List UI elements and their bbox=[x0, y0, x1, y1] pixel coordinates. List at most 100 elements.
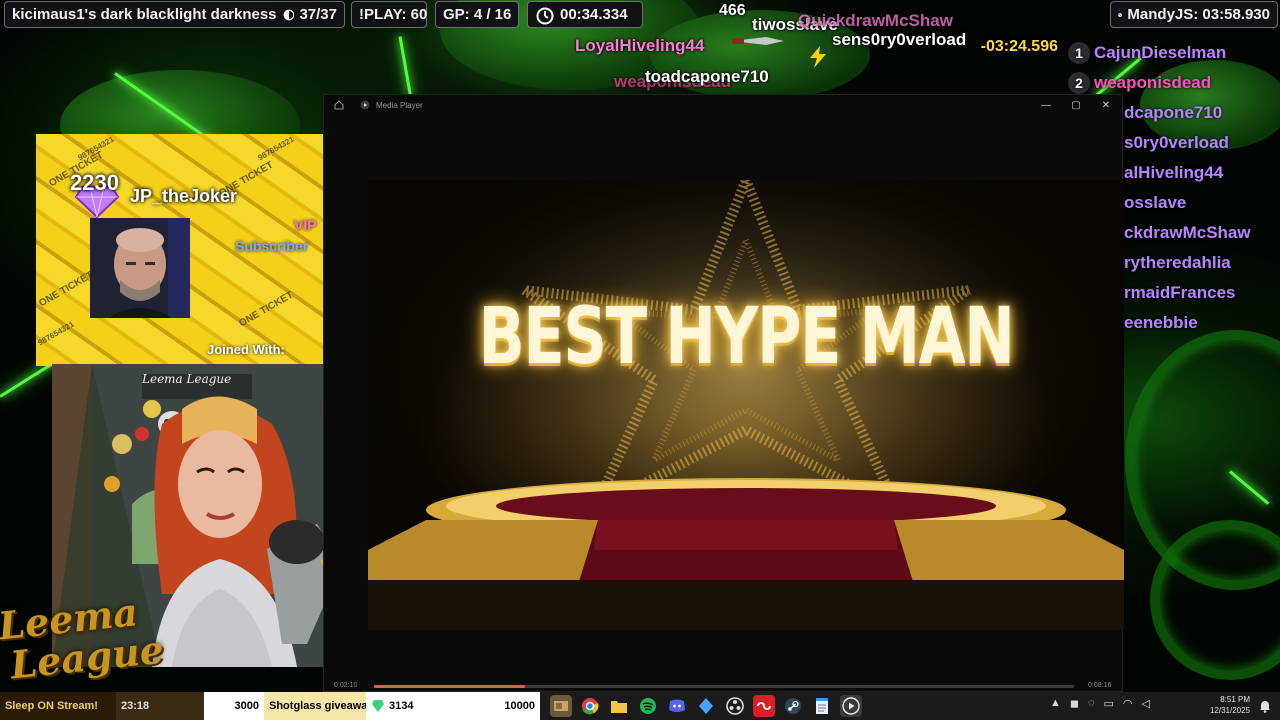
tray-expand-icon[interactable]: ▲ bbox=[1050, 697, 1061, 710]
ticket-pattern-text: ONE TICKET bbox=[37, 269, 96, 310]
discord-icon[interactable] bbox=[666, 695, 688, 717]
tray-app-icon[interactable]: ◼ bbox=[1070, 697, 1079, 710]
subscriber-badge: Subscriber bbox=[235, 238, 309, 254]
spotify-icon[interactable] bbox=[637, 695, 659, 717]
leader-pill: MandyJS: 03:58.930 bbox=[1110, 1, 1278, 28]
timer-pill: 00:34.334 bbox=[527, 1, 643, 28]
neon-sign: Leema League bbox=[142, 372, 232, 386]
video-frame[interactable]: BEST HYPE MAN bbox=[368, 180, 1124, 630]
creative-cloud-icon[interactable] bbox=[752, 695, 775, 717]
system-tray: ▲ ◼ ◌ ▭ ◠ ◁ bbox=[1050, 697, 1150, 710]
laser-beam bbox=[398, 36, 412, 96]
media-player-app-icon bbox=[360, 100, 370, 110]
media-player-window[interactable]: Media Player — ▢ ✕ BEST HYPE MAN 0:02:10 bbox=[323, 94, 1124, 692]
half-circle-icon bbox=[283, 9, 294, 20]
leaderboard-row: dcapone710 bbox=[1124, 100, 1222, 126]
leaderboard-row: s0ry0verload bbox=[1124, 130, 1229, 156]
leaderboard-row: ckdrawMcShaw bbox=[1124, 220, 1251, 246]
racer-name: osslave bbox=[1124, 193, 1187, 212]
steam-icon[interactable] bbox=[782, 695, 804, 717]
leaderboard-row: osslave bbox=[1124, 190, 1186, 216]
run-title-pill: kicimaus1's dark blacklight darkness 37/… bbox=[4, 1, 345, 28]
chrome-icon[interactable] bbox=[579, 695, 601, 717]
ticker-item: Shotglass giveaway bbox=[264, 692, 374, 720]
alert-score: 2230 bbox=[70, 170, 119, 195]
elapsed-time: 0:02:10 bbox=[334, 682, 358, 689]
app-icon[interactable] bbox=[695, 695, 717, 717]
racer-name: rytheredahlia bbox=[1124, 253, 1231, 272]
racer-name: weaponisdead bbox=[1094, 73, 1212, 92]
taskbar-clock[interactable]: 8:51 PM 12/31/2025 bbox=[1210, 694, 1250, 716]
play-count-pill: !PLAY: 60 bbox=[351, 1, 427, 28]
media-player-title: Media Player bbox=[376, 100, 423, 110]
leaderboard-row: 1 CajunDieselman bbox=[1068, 40, 1226, 66]
seek-bar-fill bbox=[374, 685, 525, 688]
rank-badge: 1 bbox=[1068, 42, 1090, 64]
racer-name-label: toadcapone710 bbox=[645, 67, 769, 86]
clock-date: 12/31/2025 bbox=[1209, 706, 1250, 715]
leaderboard-row: rmaidFrances bbox=[1124, 280, 1236, 306]
play-count: !PLAY: 60 bbox=[359, 6, 428, 23]
lightning-item-icon bbox=[810, 46, 826, 68]
obs-icon[interactable] bbox=[724, 695, 746, 717]
clock-time: 8:51 PM bbox=[1220, 695, 1250, 704]
racer-name: CajunDieselman bbox=[1094, 43, 1227, 62]
racer-name-label: LoyalHiveling44 bbox=[575, 36, 705, 55]
leaderboard-row: rytheredahlia bbox=[1124, 250, 1231, 276]
ticker-item: 23:18 bbox=[116, 692, 204, 720]
racer-name-label: QuickdrawMcShaw bbox=[798, 11, 953, 30]
wifi-icon[interactable]: ◠ bbox=[1123, 697, 1133, 710]
channel-logo: Leema League bbox=[0, 589, 166, 688]
minimize-button[interactable]: — bbox=[1031, 97, 1061, 113]
ticker-item: 10000 bbox=[450, 692, 540, 720]
racer-name: dcapone710 bbox=[1124, 103, 1223, 122]
ticker-item: 3000 bbox=[204, 692, 264, 720]
video-headline: BEST HYPE MAN bbox=[478, 292, 1015, 382]
stopwatch-icon bbox=[536, 7, 554, 24]
microphone-icon[interactable]: ◌ bbox=[1088, 697, 1095, 710]
leaderboard-row: 2 weaponisdead bbox=[1068, 70, 1211, 96]
leader-time: MandyJS: 03:58.930 bbox=[1127, 6, 1270, 23]
close-button[interactable]: ✕ bbox=[1091, 97, 1121, 113]
total-time: 0:08:16 bbox=[1088, 682, 1112, 689]
racer-name: alHiveling44 bbox=[1124, 163, 1224, 182]
network-icon[interactable]: ▭ bbox=[1104, 697, 1114, 710]
windows-taskbar: ▲ ◼ ◌ ▭ ◠ ◁ 8:51 PM 12/31/2025 bbox=[540, 692, 1280, 720]
alert-username: JP_theJoker bbox=[130, 186, 238, 206]
joined-with-label: Joined With: bbox=[207, 342, 285, 357]
ticker-item: Sleep ON Stream! bbox=[0, 692, 116, 720]
files-icon[interactable] bbox=[549, 695, 572, 717]
rank-badge: 2 bbox=[1068, 72, 1090, 94]
racer-name: ckdrawMcShaw bbox=[1124, 223, 1251, 242]
racer-name: rmaidFrances bbox=[1124, 283, 1236, 302]
knife-item-icon bbox=[732, 37, 784, 45]
media-player-icon[interactable] bbox=[839, 695, 862, 717]
gp-counter: GP: 4 / 16 bbox=[443, 6, 512, 23]
racer-name: s0ry0verload bbox=[1124, 133, 1229, 152]
ticker-item: 3134 bbox=[366, 692, 450, 720]
coin-count: 466 bbox=[719, 2, 746, 19]
ticket-pattern-text: 987654321 bbox=[36, 319, 76, 348]
notepad-icon[interactable] bbox=[811, 695, 833, 717]
race-timer: 00:34.334 bbox=[560, 6, 628, 23]
split-diff: -03:24.596 bbox=[980, 38, 1058, 55]
maximize-button[interactable]: ▢ bbox=[1061, 97, 1091, 113]
home-icon[interactable] bbox=[334, 100, 344, 110]
run-title: kicimaus1's dark blacklight darkness bbox=[12, 6, 277, 23]
vip-badge: VIP bbox=[294, 217, 317, 233]
media-player-titlebar[interactable]: Media Player bbox=[324, 95, 1122, 115]
alert-avatar bbox=[90, 218, 190, 318]
leaderboard-row: alHiveling44 bbox=[1124, 160, 1223, 186]
gem-icon bbox=[372, 700, 384, 712]
ticket-pattern-text: ONE TICKET bbox=[237, 289, 296, 330]
folder-icon[interactable] bbox=[608, 695, 630, 717]
racer-name: eenebbie bbox=[1124, 313, 1198, 332]
seek-bar[interactable] bbox=[374, 685, 1074, 688]
run-progress: 37/37 bbox=[299, 6, 337, 23]
racer-name-label: sens0ry0verload bbox=[832, 30, 967, 49]
leaderboard-row: eenebbie bbox=[1124, 310, 1198, 336]
notification-bell-icon[interactable] bbox=[1258, 699, 1272, 713]
globe-icon bbox=[1118, 12, 1123, 17]
stream-ticker: Sleep ON Stream! 23:18 3000 Shotglass gi… bbox=[0, 692, 540, 720]
volume-icon[interactable]: ◁ bbox=[1142, 697, 1150, 710]
